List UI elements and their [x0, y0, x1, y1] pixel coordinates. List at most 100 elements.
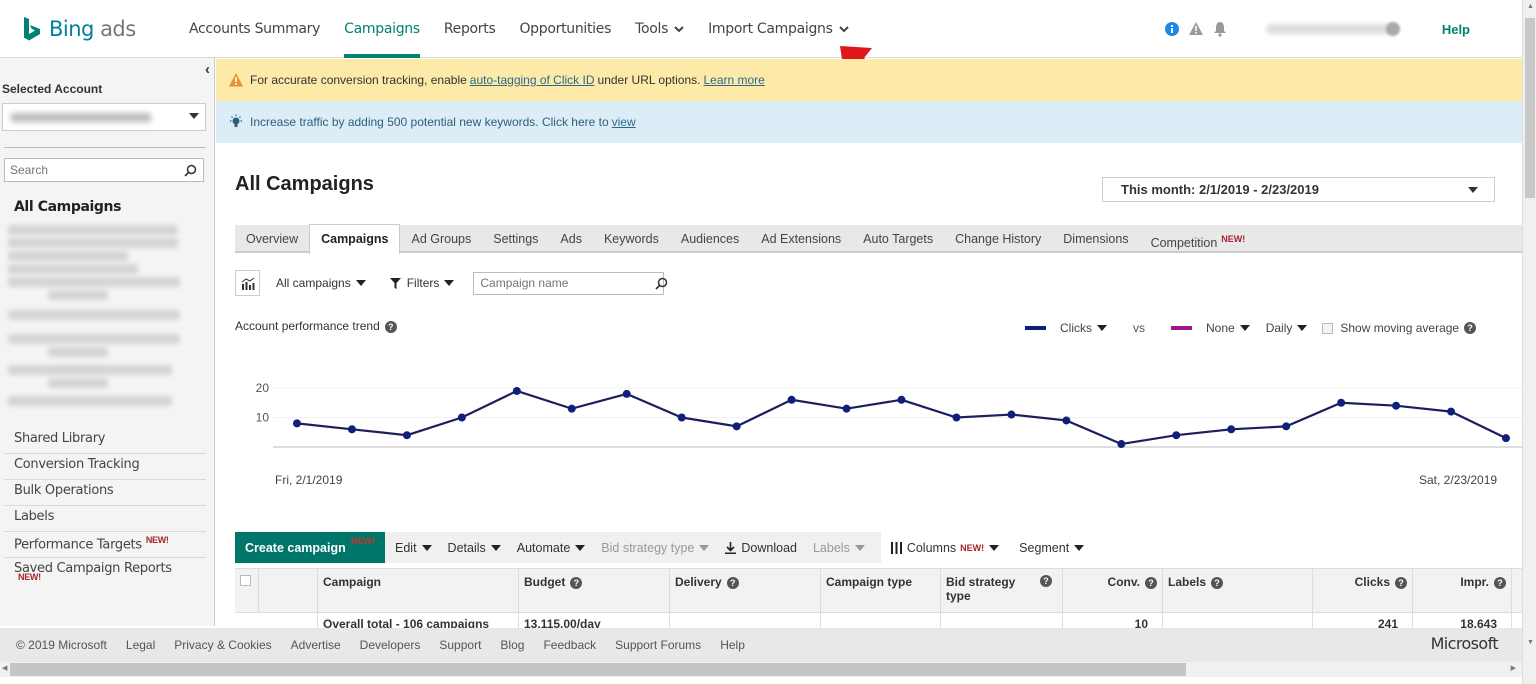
scroll-left-icon[interactable]: ◀	[2, 664, 7, 672]
tab-campaigns[interactable]: Campaigns	[309, 224, 401, 254]
download-button[interactable]: Download	[725, 541, 797, 555]
date-range-selector[interactable]: This month: 2/1/2019 - 2/23/2019	[1102, 177, 1495, 202]
clicks-data-point	[457, 413, 466, 422]
sidebar-item-shared-library[interactable]: Shared Library	[4, 428, 206, 454]
sidebar-all-campaigns[interactable]: All Campaigns	[14, 199, 121, 215]
help-icon[interactable]: ?	[1145, 576, 1157, 589]
vertical-scrollbar[interactable]: ▲ ▼	[1522, 0, 1536, 684]
col-campaign-type[interactable]: Campaign type	[821, 569, 941, 612]
help-icon[interactable]: ?	[726, 576, 739, 589]
sidebar-item-performance-targets[interactable]: Performance Targets NEW!	[4, 532, 206, 558]
footer-link[interactable]: Advertise	[291, 638, 341, 652]
col-labels[interactable]: Labels?	[1163, 569, 1313, 612]
avatar[interactable]	[1385, 22, 1400, 36]
tab-settings[interactable]: Settings	[482, 225, 549, 251]
tab-audiences[interactable]: Audiences	[670, 225, 750, 251]
bing-ads-logo[interactable]: Bing ads	[22, 16, 172, 42]
tab-keywords[interactable]: Keywords	[593, 225, 670, 251]
help-icon[interactable]: ?	[1211, 576, 1224, 589]
campaign-scope-dropdown[interactable]: All campaigns	[276, 276, 366, 290]
col-conv[interactable]: Conv.?	[1063, 569, 1163, 612]
scrollbar-thumb[interactable]	[10, 663, 1186, 676]
labels-dropdown[interactable]: Labels	[813, 541, 865, 555]
sidebar-search-input[interactable]	[4, 158, 204, 182]
bell-icon[interactable]	[1212, 21, 1228, 37]
search-icon[interactable]	[184, 164, 197, 177]
col-clicks[interactable]: Clicks?	[1313, 569, 1413, 612]
scroll-right-icon[interactable]: ▶	[1511, 664, 1516, 672]
metric1-dropdown[interactable]: Clicks	[1060, 321, 1107, 335]
help-icon[interactable]: ?	[384, 320, 397, 333]
col-delivery[interactable]: Delivery?	[670, 569, 821, 612]
footer-link[interactable]: Support Forums	[615, 638, 701, 652]
scrollbar-thumb[interactable]	[1525, 18, 1535, 198]
tab-overview[interactable]: Overview	[235, 225, 309, 251]
info-badge-icon[interactable]	[1164, 21, 1180, 37]
clicks-data-point	[293, 419, 301, 428]
footer-link[interactable]: Legal	[126, 638, 155, 652]
scroll-up-icon[interactable]: ▲	[1527, 3, 1534, 10]
help-link[interactable]: Help	[1442, 22, 1470, 37]
col-impr[interactable]: Impr.?	[1413, 569, 1512, 612]
tab-ads[interactable]: Ads	[549, 225, 593, 251]
collapse-sidebar-icon[interactable]: ‹	[205, 61, 210, 78]
campaign-name-search-input[interactable]	[473, 271, 665, 295]
edit-dropdown[interactable]: Edit	[395, 541, 432, 555]
nav-opportunities[interactable]: Opportunities	[507, 0, 623, 58]
learn-more-link[interactable]: Learn more	[703, 73, 764, 87]
sidebar-item-conversion-tracking[interactable]: Conversion Tracking	[4, 454, 206, 480]
warning-icon[interactable]	[1188, 21, 1204, 37]
horizontal-scrollbar[interactable]: ◀ ▶	[0, 662, 1522, 677]
footer-link[interactable]: Support	[439, 638, 481, 652]
sidebar-item-saved-campaign-reports[interactable]: Saved Campaign Reports NEW!	[4, 558, 206, 598]
footer-link[interactable]: Privacy & Cookies	[174, 638, 271, 652]
col-campaign[interactable]: Campaign	[318, 569, 519, 612]
chart-toggle-button[interactable]	[235, 270, 260, 296]
segment-dropdown[interactable]: Segment	[1019, 541, 1085, 555]
help-icon[interactable]: ?	[570, 576, 583, 589]
sidebar-item-labels[interactable]: Labels	[4, 506, 206, 532]
select-all-cell	[235, 569, 259, 612]
scroll-down-icon[interactable]: ▼	[1527, 639, 1534, 646]
tab-competition[interactable]: Competition NEW!	[1140, 225, 1257, 251]
create-campaign-button[interactable]: Create campaign NEW!	[235, 532, 385, 563]
nav-campaigns[interactable]: Campaigns	[332, 0, 432, 58]
select-all-checkbox[interactable]	[240, 575, 251, 586]
nav-tools[interactable]: Tools	[623, 0, 696, 58]
details-dropdown[interactable]: Details	[448, 541, 501, 555]
automate-dropdown[interactable]: Automate	[517, 541, 586, 555]
metric2-dropdown[interactable]: None	[1206, 321, 1250, 335]
caret-down-icon	[421, 544, 432, 551]
auto-tagging-link[interactable]: auto-tagging of Click ID	[470, 73, 595, 87]
chart-legend: Clicks vs None Daily Show moving average…	[1025, 321, 1477, 335]
bid-strategy-type-dropdown[interactable]: Bid strategy type	[601, 541, 710, 555]
dropdown-label: None	[1206, 321, 1235, 335]
help-icon[interactable]: ?	[1494, 576, 1506, 589]
sidebar-item-bulk-operations[interactable]: Bulk Operations	[4, 480, 206, 506]
help-icon[interactable]: ?	[1040, 575, 1052, 587]
footer-link[interactable]: Blog	[500, 638, 524, 652]
tab-dimensions[interactable]: Dimensions	[1052, 225, 1139, 251]
columns-dropdown[interactable]: Columns NEW!	[890, 541, 1000, 555]
footer-link[interactable]: Developers	[360, 638, 421, 652]
nav-reports[interactable]: Reports	[432, 0, 508, 58]
user-email[interactable]	[1265, 24, 1396, 34]
tab-auto-targets[interactable]: Auto Targets	[852, 225, 944, 251]
granularity-dropdown[interactable]: Daily	[1266, 321, 1308, 335]
dropdown-label: Filters	[406, 276, 440, 290]
footer-link[interactable]: Help	[720, 638, 745, 652]
footer-link[interactable]: Feedback	[543, 638, 596, 652]
tab-ad-extensions[interactable]: Ad Extensions	[750, 225, 852, 251]
moving-average-checkbox[interactable]	[1322, 322, 1334, 334]
account-selector[interactable]	[2, 103, 206, 131]
help-icon[interactable]: ?	[1464, 322, 1477, 334]
col-bid-strategy-type[interactable]: Bid strategy type?	[941, 569, 1063, 612]
tab-change-history[interactable]: Change History	[944, 225, 1052, 251]
view-keywords-link[interactable]: view	[612, 115, 636, 129]
col-budget[interactable]: Budget?	[519, 569, 670, 612]
help-icon[interactable]: ?	[1395, 576, 1407, 589]
tab-ad-groups[interactable]: Ad Groups	[400, 225, 482, 251]
filters-dropdown[interactable]: Filters	[389, 276, 455, 290]
nav-accounts-summary[interactable]: Accounts Summary	[177, 0, 332, 58]
search-icon[interactable]	[655, 277, 668, 290]
